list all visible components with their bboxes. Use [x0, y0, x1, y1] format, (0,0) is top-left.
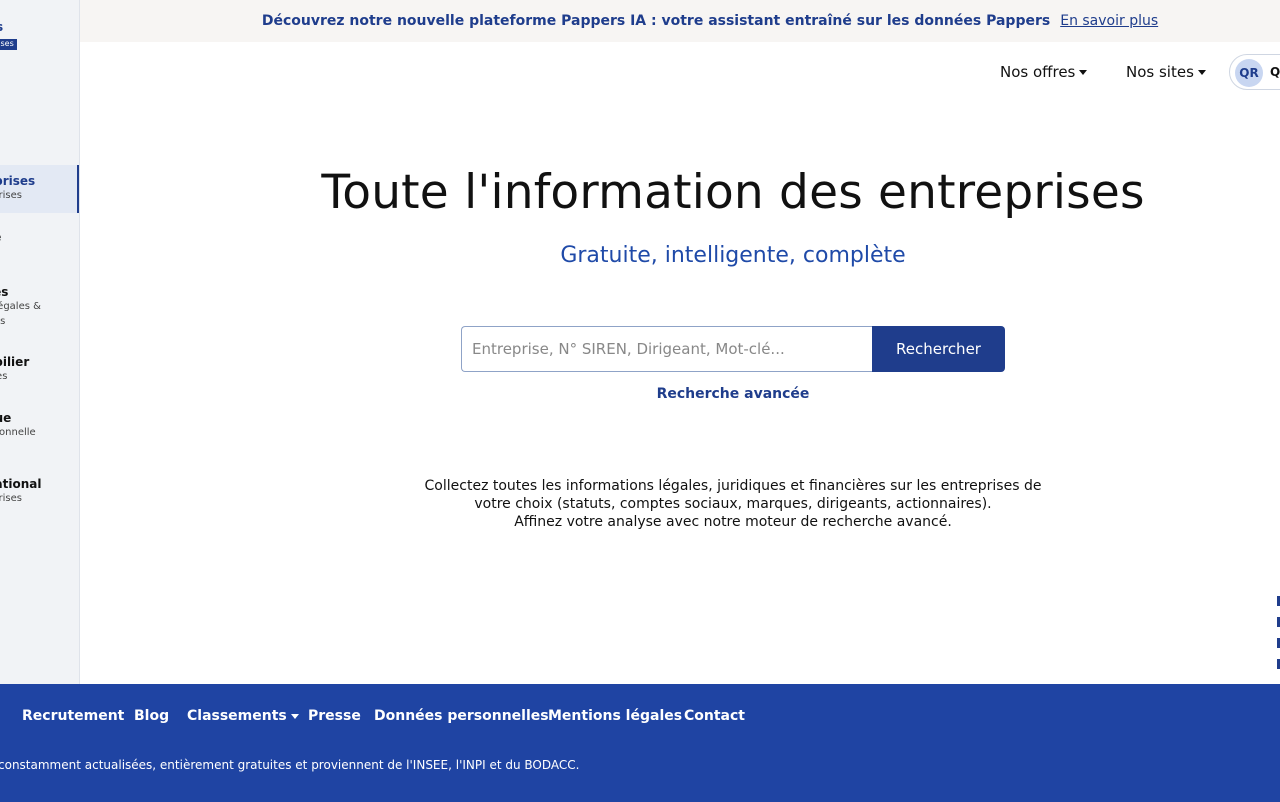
footer-link-contact[interactable]: Contact: [684, 708, 745, 724]
sidebar-item-subtitle: ises: [0, 316, 6, 327]
footer-link-donnees-personnelles[interactable]: Données personnelles: [374, 708, 549, 724]
avatar: QR: [1235, 59, 1263, 87]
banner-learn-more-link[interactable]: En savoir plus: [1060, 13, 1158, 29]
sidebar-item-subtitle: s légales &: [0, 301, 41, 312]
caret-down-icon: [290, 713, 299, 719]
sidebar-item-title: que: [0, 411, 12, 425]
page-title: Toute l'information des entreprises: [321, 165, 1145, 220]
page-subtitle: Gratuite, intelligente, complète: [560, 243, 906, 268]
caret-down-icon: [1079, 70, 1088, 75]
sidebar: s rises eprises eprises ce ce ces s léga…: [0, 0, 80, 684]
advanced-search-link[interactable]: Recherche avancée: [461, 386, 1005, 402]
logo-badge: rises: [0, 39, 17, 50]
description-line: votre choix (statuts, comptes sociaux, m…: [474, 496, 992, 512]
footer-link-presse[interactable]: Presse: [308, 708, 361, 724]
nav-offers-dropdown[interactable]: Nos offres: [1000, 63, 1088, 81]
description-line: Affinez votre analyse avec notre moteur …: [514, 514, 952, 530]
banner-text: Découvrez notre nouvelle plateforme Papp…: [261, 13, 1051, 29]
search-button[interactable]: Rechercher: [872, 326, 1005, 372]
search-input[interactable]: [461, 326, 873, 372]
nav-offers-label: Nos offres: [1000, 63, 1076, 81]
user-name: Q: [1270, 65, 1280, 79]
logo[interactable]: s: [0, 20, 3, 34]
description: Collectez toutes les informations légale…: [80, 477, 1280, 531]
sidebar-item-subtitle: eprises: [0, 493, 22, 504]
sidebar-item-politique[interactable]: que utionnelle: [0, 411, 79, 440]
footer-note: constamment actualisées, entièrement gra…: [0, 758, 580, 772]
sidebar-item-subtitle: utionnelle: [0, 427, 36, 438]
sidebar-item-subtitle: ères: [0, 371, 8, 382]
nav-sites-dropdown[interactable]: Nos sites: [1126, 63, 1206, 81]
sidebar-item-conformite[interactable]: ce ce: [0, 230, 79, 259]
footer-link-classements[interactable]: Classements: [187, 708, 299, 724]
sidebar-item-immobilier[interactable]: obilier ères: [0, 355, 79, 384]
sidebar-item-title: ce: [0, 230, 79, 244]
sidebar-item-title: national: [0, 477, 42, 491]
announcement-banner: Découvrez notre nouvelle plateforme Papp…: [80, 0, 1280, 42]
sidebar-item-annonces[interactable]: ces s légales & ises: [0, 285, 79, 329]
nav-sites-label: Nos sites: [1126, 63, 1194, 81]
footer-link-recrutement[interactable]: Recrutement: [22, 708, 124, 724]
sidebar-item-entreprises[interactable]: eprises eprises: [0, 165, 79, 213]
footer: Recrutement Blog Classements Presse Donn…: [0, 684, 1280, 802]
sidebar-item-international[interactable]: national eprises: [0, 477, 79, 506]
sidebar-item-subtitle: ce: [0, 244, 79, 259]
sidebar-item-title: ces: [0, 285, 9, 299]
description-line: Collectez toutes les informations légale…: [424, 478, 1042, 494]
footer-link-label: Classements: [187, 708, 287, 724]
sidebar-item-title: obilier: [0, 355, 30, 369]
sidebar-item-title: eprises: [0, 174, 36, 188]
footer-link-mentions-legales[interactable]: Mentions légales: [548, 708, 682, 724]
user-menu[interactable]: QR Q: [1229, 54, 1280, 90]
footer-link-blog[interactable]: Blog: [134, 708, 169, 724]
sidebar-item-subtitle: eprises: [0, 190, 22, 201]
caret-down-icon: [1197, 70, 1206, 75]
